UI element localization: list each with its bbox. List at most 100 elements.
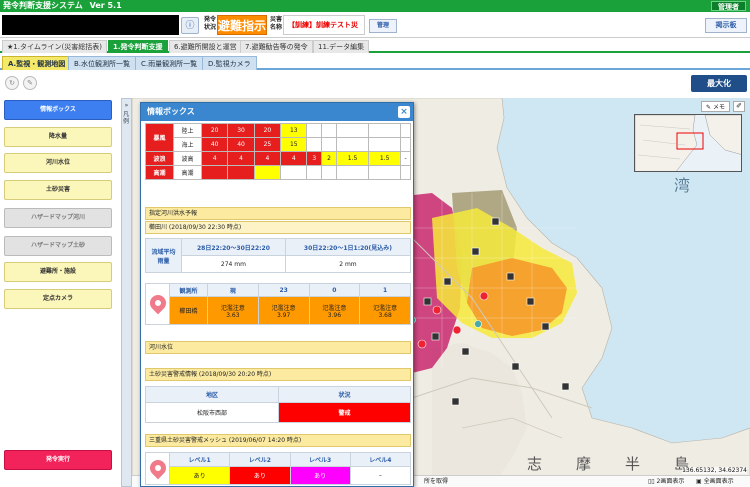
weather-cell <box>335 165 370 180</box>
user-badge[interactable]: 管理者 <box>711 1 746 11</box>
draw-button[interactable]: ✐ <box>733 101 745 112</box>
full-screen-button[interactable]: ▣ 全画面表示 <box>696 476 734 487</box>
refresh-icon: ↻ <box>9 79 15 87</box>
weather-cell <box>227 165 255 180</box>
tab-evacuation-order[interactable]: 7.避難勧告等の発令 <box>240 40 313 53</box>
table-row: 流域平均 雨量 28日22:20〜30日22:20 30日22:20〜1日1:2… <box>145 238 411 273</box>
sidebar-item-river-level[interactable]: 河川水位 <box>4 153 112 173</box>
sidebar-item-info-box[interactable]: 情報ボックス <box>4 100 112 120</box>
panel-title: 情報ボックス <box>141 103 413 121</box>
table-row: 波浪 波高 4 4 4 4 3 2 1.5 1.5 - <box>145 151 411 166</box>
edit-button[interactable]: ✎ <box>23 76 37 90</box>
station-name: 櫛田橋 <box>169 296 208 325</box>
tab-camera[interactable]: D.監視カメラ <box>202 56 257 70</box>
mesh-header: レベル4 <box>349 452 411 467</box>
tab-rain-list[interactable]: C.雨量観測所一覧 <box>135 56 204 70</box>
sidebar: 情報ボックス 降水量 河川水位 土砂災害 ハザードマップ河川 ハザードマップ土砂… <box>0 96 118 487</box>
weather-cell: 2 <box>321 151 337 166</box>
flood-river-name: 櫛田川 (2018/09/30 22:30 時点) <box>145 221 411 234</box>
weather-cell: 13 <box>280 123 308 138</box>
mesh-pin[interactable] <box>145 452 170 485</box>
weather-cell: 40 <box>200 137 229 152</box>
map-pin-icon <box>146 291 169 315</box>
weather-cell <box>368 123 402 138</box>
full-screen-label: 全画面表示 <box>703 478 734 485</box>
weather-cell <box>321 137 337 152</box>
issue-order-button[interactable]: 発令実行 <box>4 450 112 470</box>
weather-cell: 1.5 <box>335 151 370 166</box>
info-box-panel: 情報ボックス × 暴風 陸上 20 30 20 13 海上 40 40 25 1… <box>140 102 414 487</box>
main-tabs: ★1.タイムライン(災害総括表) 1.発令判断支援 6.避難所開設と運営 7.避… <box>0 39 750 53</box>
maximize-button[interactable]: 最大化 <box>691 75 747 92</box>
rain-table: 流域平均 雨量 28日22:20〜30日22:20 30日22:20〜1日1:2… <box>145 238 411 273</box>
sidebar-item-rainfall[interactable]: 降水量 <box>4 127 112 147</box>
weather-cell: 15 <box>280 137 308 152</box>
station-header: 0 <box>308 283 361 297</box>
weather-cell <box>306 123 323 138</box>
weather-cell: 3 <box>306 151 323 166</box>
admin-button[interactable]: 管理 <box>369 19 397 33</box>
order-status: 避難指示 <box>217 15 267 35</box>
overview-minimap[interactable] <box>634 114 742 172</box>
tab-monitor-map[interactable]: A.監視・観測地図 <box>2 56 72 70</box>
toolbar: ↻ ✎ 最大化 <box>0 72 750 96</box>
rain-value-2: 2 mm <box>284 255 411 273</box>
weather-cell: 30 <box>227 123 255 138</box>
weather-cell: 4 <box>200 151 229 166</box>
table-row: 地区 状況 <box>145 386 411 403</box>
rain-label: 流域平均 雨量 <box>145 238 182 273</box>
coordinate-readout: 136.65132, 34.62374 <box>682 467 747 474</box>
two-screen-button[interactable]: ▯▯ 2画面表示 <box>648 476 684 487</box>
get-location-text: 所を取得 <box>424 478 449 485</box>
mesh-title: 三重県土砂災害警戒メッシュ (2019/06/07 14:20 時点) <box>145 434 411 447</box>
two-screen-label: 2画面表示 <box>656 478 685 485</box>
bulletin-button[interactable]: 掲示板 <box>705 18 747 33</box>
table-row: 274 mm 2 mm <box>146 255 411 273</box>
sidebar-item-camera[interactable]: 定点カメラ <box>4 289 112 309</box>
sidebar-item-hazard-landslide[interactable]: ハザードマップ土砂 <box>4 236 112 256</box>
station-pin[interactable] <box>145 283 170 325</box>
rain-value-1: 274 mm <box>181 255 286 273</box>
tab-water-level-list[interactable]: B.水位観測所一覧 <box>68 56 137 70</box>
weather-cell: - <box>400 151 411 166</box>
weather-cell <box>200 165 229 180</box>
sidebar-item-hazard-river[interactable]: ハザードマップ河川 <box>4 208 112 228</box>
weather-row-name: 陸上 <box>173 123 202 138</box>
tab-timeline[interactable]: ★1.タイムライン(災害総括表) <box>2 40 107 53</box>
app-title-bar: 発令判断支援システム Ver 5.1 管理者 <box>0 0 750 12</box>
memo-label: メモ <box>712 104 725 111</box>
mesh-value: – <box>349 466 411 485</box>
info-button[interactable]: ⓘ <box>181 17 199 34</box>
disaster-name-label: 災害 名称 <box>269 16 282 31</box>
weather-group-storm: 暴風 <box>145 123 174 152</box>
weather-cell <box>335 123 370 138</box>
weather-row-name: 波高 <box>173 151 202 166</box>
sidebar-item-shelters[interactable]: 避難所・施設 <box>4 262 112 282</box>
mesh-header: レベル1 <box>168 452 231 467</box>
weather-cell: 25 <box>253 137 282 152</box>
mesh-header: レベル2 <box>229 452 291 467</box>
landslide-header: 地区 <box>145 386 279 403</box>
refresh-button[interactable]: ↻ <box>5 76 19 90</box>
legend-collapse[interactable]: » 凡例 <box>121 98 132 487</box>
landslide-header: 状況 <box>278 386 411 403</box>
tab-shelter[interactable]: 6.避難所開設と運営 <box>169 40 242 53</box>
place-label-2: 摩 <box>576 455 626 473</box>
place-label-3: 半 <box>625 455 675 473</box>
station-header: 観測所 <box>169 283 208 297</box>
weather-row-name: 高潮 <box>173 165 202 180</box>
tab-data-edit[interactable]: 11.データ編集 <box>313 40 370 53</box>
memo-button[interactable]: ✎ メモ <box>701 101 730 112</box>
weather-cell <box>400 123 411 138</box>
tab-order-support[interactable]: 1.発令判断支援 <box>108 40 168 53</box>
mesh-value: あり <box>168 466 231 485</box>
landslide-status: 警戒 <box>278 402 411 423</box>
mesh-table: レベル1 レベル2 レベル3 レベル4 あり あり あり – <box>145 452 411 485</box>
close-button[interactable]: × <box>398 106 410 118</box>
disaster-name: 【訓練】訓練テスト災害 <box>283 15 365 47</box>
sidebar-item-landslide[interactable]: 土砂災害 <box>4 180 112 200</box>
header-display-box <box>2 15 179 35</box>
weather-cell <box>253 165 282 180</box>
weather-cell <box>368 137 402 152</box>
order-status-label: 発令 状況 <box>203 16 216 31</box>
